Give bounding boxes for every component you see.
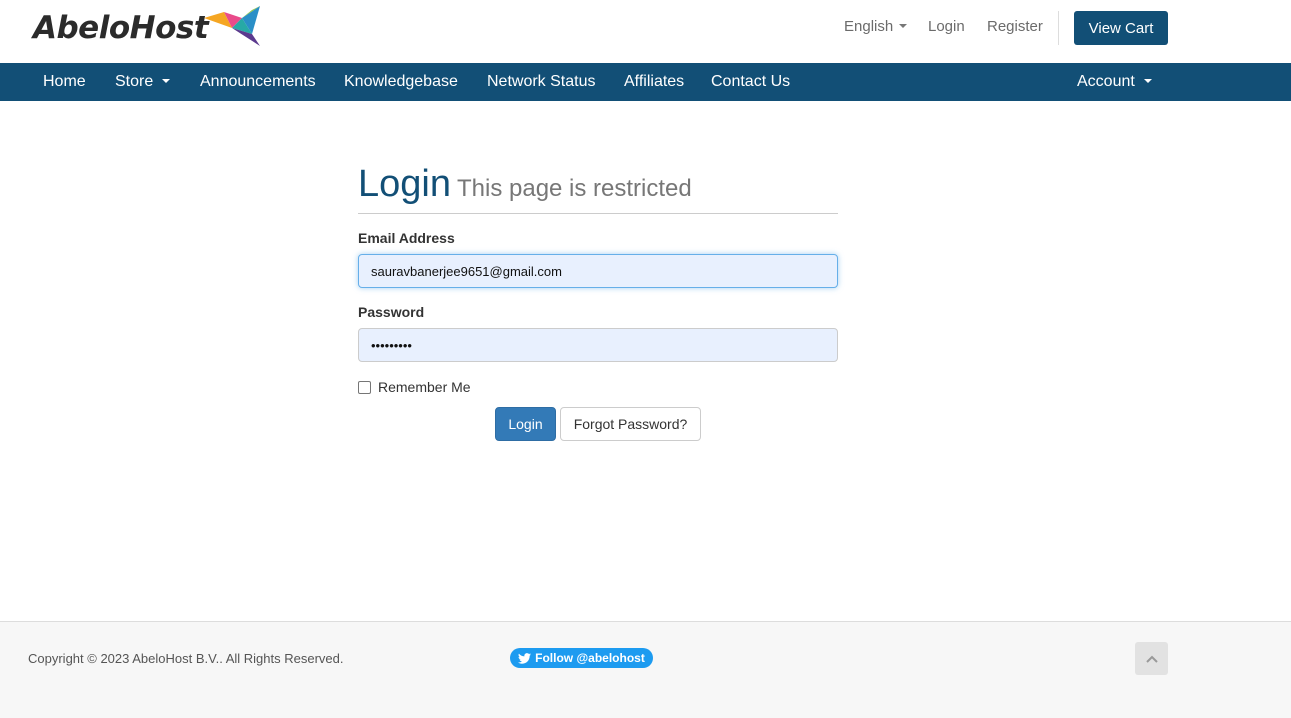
language-selector[interactable]: English — [844, 18, 908, 35]
view-cart-button[interactable]: View Cart — [1074, 11, 1168, 45]
site-header: AbeloHost English Login Register View Ca… — [0, 0, 1291, 63]
brand-logo[interactable]: AbeloHost — [33, 6, 264, 50]
nav-item-store[interactable]: Store — [115, 63, 171, 101]
caret-down-icon — [1143, 78, 1152, 83]
site-footer: Copyright © 2023 AbeloHost B.V.. All Rig… — [0, 621, 1291, 718]
top-divider — [1058, 11, 1059, 45]
email-field[interactable] — [358, 254, 838, 288]
nav-item-affiliates[interactable]: Affiliates — [624, 63, 684, 101]
nav-item-account[interactable]: Account — [1077, 63, 1152, 101]
twitter-bird-icon — [518, 652, 532, 664]
forgot-password-button[interactable]: Forgot Password? — [560, 407, 701, 441]
language-label: English — [844, 18, 894, 35]
nav-item-network-status[interactable]: Network Status — [487, 63, 595, 101]
email-label: Email Address — [358, 230, 455, 246]
copyright-text: Copyright © 2023 AbeloHost B.V.. All Rig… — [28, 651, 344, 666]
caret-down-icon — [162, 78, 171, 83]
page-title-subtitle: This page is restricted — [456, 175, 692, 202]
remember-me[interactable]: Remember Me — [358, 379, 471, 395]
main-navbar: Home Store Announcements Knowledgebase N… — [0, 63, 1291, 101]
bird-logo-icon — [204, 6, 261, 46]
login-button[interactable]: Login — [495, 407, 556, 441]
nav-item-account-label: Account — [1077, 73, 1135, 90]
chevron-up-icon — [1145, 655, 1158, 663]
password-field[interactable] — [358, 328, 838, 362]
nav-item-knowledgebase[interactable]: Knowledgebase — [344, 63, 458, 101]
remember-me-checkbox[interactable] — [358, 380, 371, 394]
caret-down-icon — [899, 24, 908, 29]
password-label: Password — [358, 304, 425, 320]
nav-item-home[interactable]: Home — [43, 63, 86, 101]
nav-item-contact-us[interactable]: Contact Us — [711, 63, 790, 101]
remember-me-label: Remember Me — [378, 379, 471, 395]
twitter-follow-button[interactable]: Follow @abelohost — [510, 648, 653, 668]
nav-item-announcements[interactable]: Announcements — [200, 63, 316, 101]
page-title: Login This page is restricted — [358, 163, 838, 214]
page-title-main: Login — [358, 163, 451, 205]
top-login-link[interactable]: Login — [928, 18, 965, 35]
brand-name: AbeloHost — [33, 10, 209, 46]
nav-item-store-label: Store — [115, 73, 154, 90]
back-to-top-button[interactable] — [1135, 642, 1168, 675]
twitter-follow-label: Follow @abelohost — [535, 651, 645, 665]
top-register-link[interactable]: Register — [987, 18, 1043, 35]
